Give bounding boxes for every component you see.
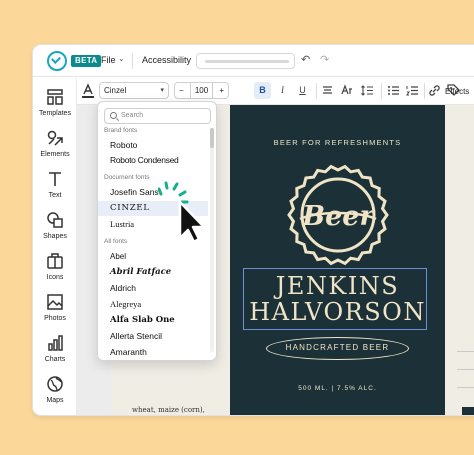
underline-button[interactable]: U xyxy=(294,82,311,99)
toolbar-divider xyxy=(424,83,425,99)
sidebar-item-label: Elements xyxy=(40,151,70,158)
line-spacing-icon[interactable] xyxy=(359,82,376,99)
section-all-fonts: All fonts xyxy=(104,238,128,245)
font-option-aldrich[interactable]: Aldrich xyxy=(98,281,208,296)
sidebar-item-shapes[interactable]: Shapes xyxy=(33,211,77,249)
maps-icon xyxy=(47,376,63,392)
toolbar-divider xyxy=(381,83,382,99)
body-text[interactable]: wheat, maize (corn), rice, and oats are … xyxy=(132,405,212,415)
beer-badge-graphic[interactable]: Beer xyxy=(286,163,390,267)
chevron-down-icon[interactable]: ⌄ xyxy=(118,54,125,63)
font-family-value: Cinzel xyxy=(104,86,127,95)
text-case-icon[interactable] xyxy=(339,82,356,99)
sidebar-item-text[interactable]: Text xyxy=(33,170,77,208)
mouse-cursor xyxy=(158,181,206,244)
sidebar-item-charts[interactable]: Charts xyxy=(33,334,77,372)
label-name-line2[interactable]: HALVORSON xyxy=(230,298,445,326)
guide-line xyxy=(457,387,474,388)
search-icon xyxy=(110,112,117,119)
font-option-allerta-stencil[interactable]: Allerta Stencil xyxy=(98,329,208,344)
section-brand-fonts: Brand fonts xyxy=(104,127,138,134)
font-option-alfa-slab-one[interactable]: Alfa Slab One xyxy=(98,313,208,328)
sidebar-item-maps[interactable]: Maps xyxy=(33,375,77,413)
sidebar-item-label: Templates xyxy=(39,110,71,117)
toolbar-divider xyxy=(132,53,133,69)
guide-line xyxy=(457,351,474,352)
photos-icon xyxy=(47,294,63,310)
label-subtitle[interactable]: HANDCRAFTED BEER xyxy=(266,337,409,360)
icons-icon xyxy=(47,253,63,269)
sidebar-item-label: Photos xyxy=(44,315,66,322)
font-size-stepper[interactable]: − 100 + xyxy=(174,82,229,99)
undo-icon[interactable]: ↶ xyxy=(301,53,310,66)
scrollbar-thumb[interactable] xyxy=(210,128,214,148)
label-tagline[interactable]: BEER FOR REFRESHMENTS xyxy=(230,138,445,147)
templates-icon xyxy=(47,89,63,105)
guide-line xyxy=(457,369,474,370)
title-placeholder-bar xyxy=(205,60,289,63)
search-placeholder: Search xyxy=(121,112,144,119)
badge-word: Beer xyxy=(301,201,375,232)
file-menu[interactable]: File xyxy=(101,55,116,65)
beer-label[interactable]: BEER FOR REFRESHMENTS Beer JENKINS HALVO… xyxy=(230,105,445,415)
font-family-select[interactable]: Cinzel ▾ xyxy=(99,82,169,99)
top-bar: BETA File ⌄ Accessibility ↶ ↷ xyxy=(33,45,474,77)
align-center-icon[interactable] xyxy=(319,82,336,99)
document-title-field[interactable] xyxy=(196,53,295,69)
font-search-input[interactable]: Search xyxy=(104,108,211,124)
increase-size-button[interactable]: + xyxy=(219,83,224,98)
font-option-alegreya[interactable]: Alegreya xyxy=(98,297,208,312)
sidebar-item-label: Text xyxy=(48,192,62,199)
sidebar-item-label: Shapes xyxy=(43,233,67,240)
sidebar-item-label: Icons xyxy=(46,274,64,281)
sidebar-item-label: Maps xyxy=(46,397,64,404)
font-option-abril-fatface[interactable]: Abril Fatface xyxy=(98,265,208,280)
chevron-down-icon: ▾ xyxy=(160,87,164,94)
label-name-line1[interactable]: JENKINS xyxy=(230,272,445,300)
font-option-amaranth[interactable]: Amaranth xyxy=(98,345,208,360)
bulleted-list-icon[interactable] xyxy=(385,82,402,99)
charts-icon xyxy=(48,335,63,351)
sidebar-item-elements[interactable]: Elements xyxy=(33,129,77,167)
app-logo[interactable] xyxy=(47,51,67,71)
sidebar-item-icons[interactable]: Icons xyxy=(33,252,77,290)
left-sidebar: Templates Elements Text Shapes Icons Pho… xyxy=(33,78,77,415)
beta-badge: BETA xyxy=(71,55,102,67)
label-volume[interactable]: 500 ML. | 7.5% ALC. xyxy=(230,385,445,392)
decrease-size-button[interactable]: − xyxy=(179,83,184,98)
accessibility-menu[interactable]: Accessibility xyxy=(142,55,191,65)
section-document-fonts: Document fonts xyxy=(104,174,150,181)
numbered-list-icon[interactable] xyxy=(404,82,421,99)
text-color-icon[interactable] xyxy=(81,83,95,99)
font-option-roboto-condensed[interactable]: Roboto Condensed xyxy=(98,153,208,168)
elements-icon xyxy=(47,130,63,146)
italic-button[interactable]: I xyxy=(274,82,291,99)
sidebar-item-templates[interactable]: Templates xyxy=(33,88,77,126)
sidebar-item-label: Charts xyxy=(44,356,66,363)
font-size-input[interactable]: 100 xyxy=(190,83,213,98)
page-guides xyxy=(457,351,474,405)
effects-button[interactable]: Effects xyxy=(445,87,469,96)
toolbar-divider xyxy=(316,83,317,99)
sidebar-item-photos[interactable]: Photos xyxy=(33,293,77,331)
link-icon[interactable] xyxy=(426,82,443,99)
font-option-roboto[interactable]: Roboto xyxy=(98,138,208,153)
shapes-icon xyxy=(47,212,63,228)
text-icon xyxy=(49,172,61,186)
next-page-preview[interactable] xyxy=(462,407,474,415)
redo-icon[interactable]: ↷ xyxy=(320,53,329,66)
bold-button[interactable]: B xyxy=(254,82,271,99)
font-option-abel[interactable]: Abel xyxy=(98,249,208,264)
